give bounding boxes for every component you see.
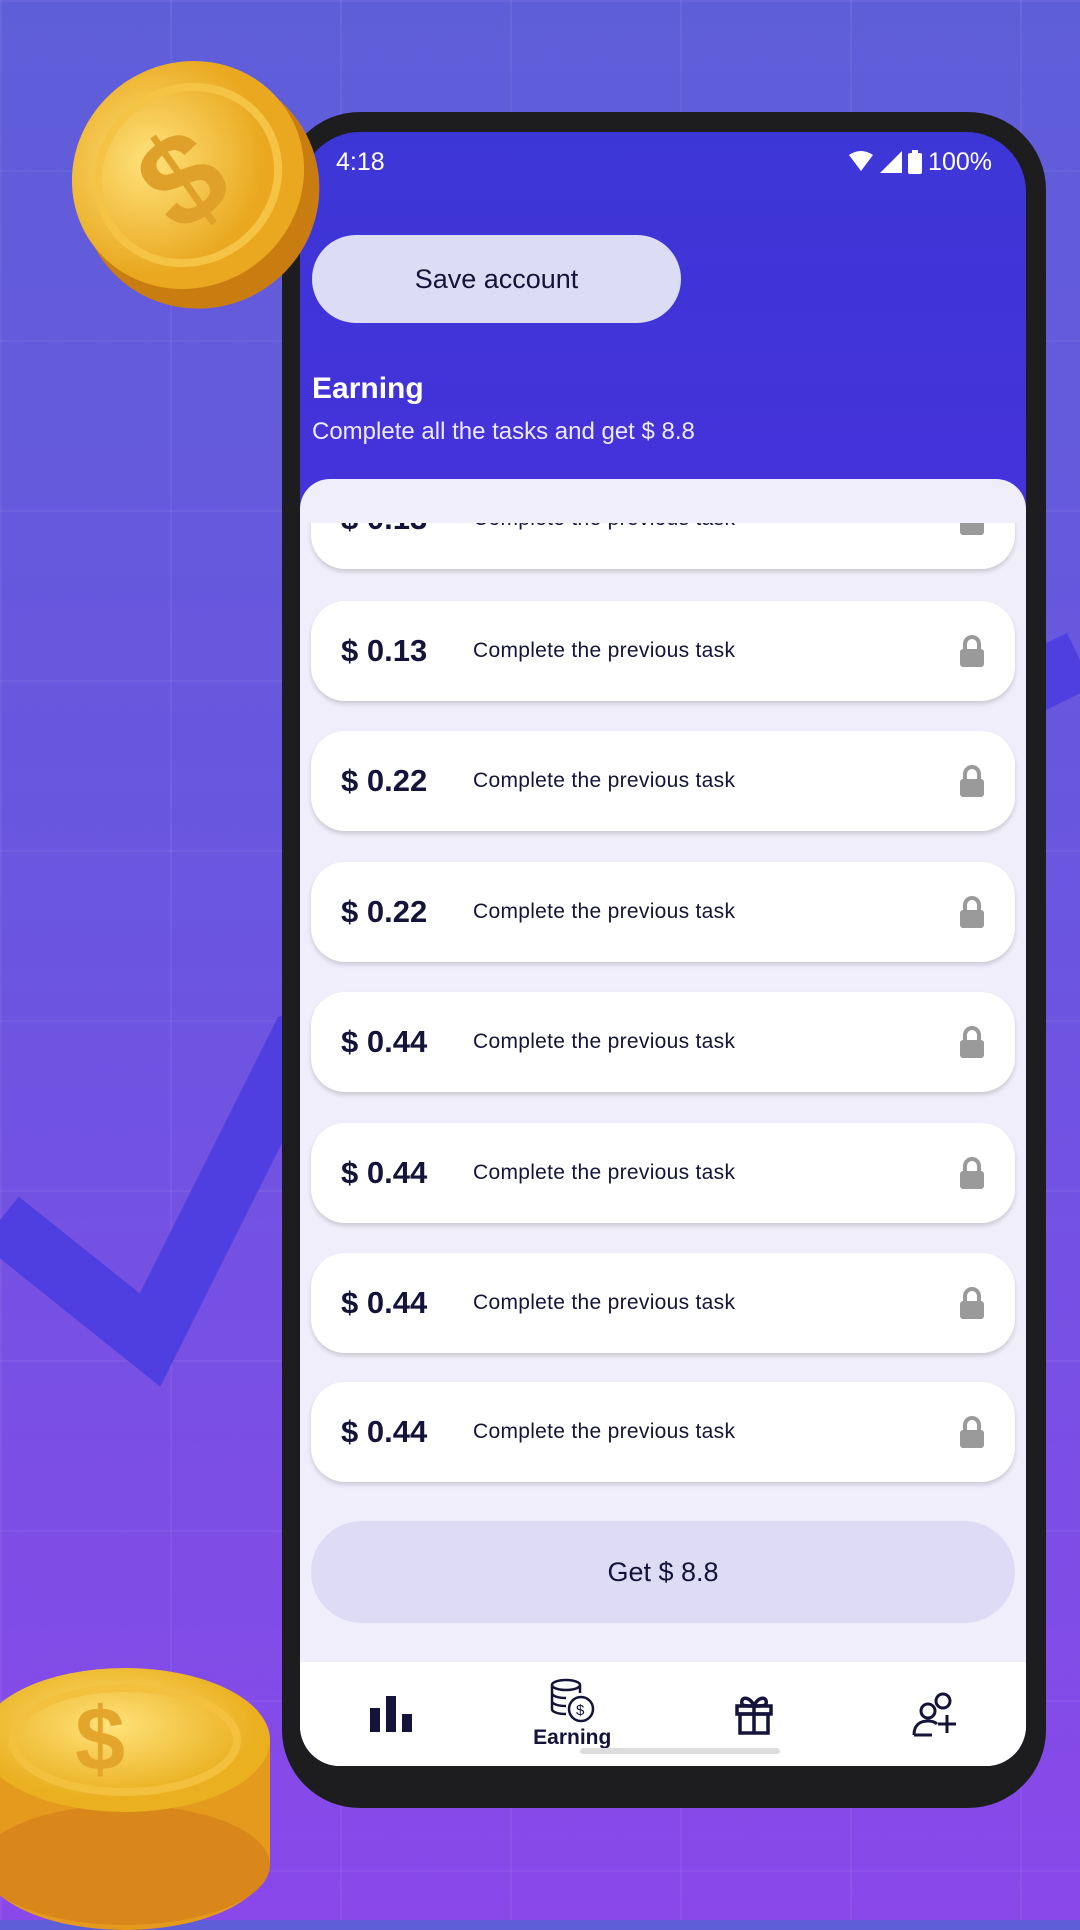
svg-text:$: $ [75, 1690, 125, 1790]
nav-stats[interactable] [300, 1662, 482, 1766]
task-label: Complete the previous task [473, 1161, 736, 1184]
task-card[interactable]: $ 0.44 Complete the previous task [311, 1253, 1015, 1353]
gift-icon [735, 1696, 773, 1735]
gold-coin-top: $ [71, 60, 320, 309]
wifi-icon [849, 151, 874, 171]
task-amount: $ 0.13 [341, 523, 473, 537]
lock-icon [960, 1157, 984, 1189]
status-bar: 4:18 100% [336, 142, 992, 182]
task-label: Complete the previous task [473, 523, 959, 531]
add-friend-icon [912, 1692, 957, 1737]
phone-frame: 4:18 100% Save account Earning Complete … [282, 112, 1046, 1808]
lock-icon [960, 1287, 984, 1319]
page-title: Earning [312, 372, 424, 405]
task-amount: $ 0.44 [341, 1155, 428, 1190]
save-account-button[interactable]: Save account [312, 235, 681, 323]
task-amount: $ 0.22 [341, 763, 428, 798]
task-label: Complete the previous task [473, 1030, 736, 1053]
task-amount: $ 0.22 [341, 894, 428, 929]
task-label: Complete the previous task [473, 1420, 736, 1443]
task-amount: $ 0.13 [341, 633, 428, 668]
task-card[interactable]: $ 0.22 Complete the previous task [311, 731, 1015, 831]
signal-icon [880, 151, 903, 173]
task-amount: $ 0.44 [341, 1024, 428, 1059]
task-label: Complete the previous task [473, 1291, 736, 1314]
task-card[interactable]: $ 0.13 Complete the previous task [311, 601, 1015, 701]
battery-icon [908, 150, 923, 174]
lock-icon [960, 1416, 984, 1448]
task-panel: $ 0.13Complete the previous task$ 0.13Co… [300, 479, 1026, 1766]
lock-icon [960, 1026, 984, 1058]
task-card[interactable]: $ 0.13Complete the previous task [311, 523, 1015, 569]
task-label: Complete the previous task [473, 769, 736, 792]
app-screen: 4:18 100% Save account Earning Complete … [300, 132, 1026, 1766]
home-indicator[interactable] [580, 1748, 780, 1754]
task-amount: $ 0.44 [341, 1414, 428, 1449]
coins-icon: $ [551, 1678, 595, 1723]
page-subtitle: Complete all the tasks and get $ 8.8 [312, 418, 695, 445]
task-amount: $ 0.44 [341, 1285, 428, 1320]
lock-icon [960, 523, 984, 535]
lock-icon [960, 635, 984, 667]
nav-invite[interactable] [845, 1662, 1027, 1766]
task-list[interactable]: $ 0.13Complete the previous task$ 0.13Co… [300, 523, 1026, 1628]
svg-text:$: $ [576, 1702, 585, 1719]
battery-level: 100% [928, 147, 992, 176]
task-label: Complete the previous task [473, 639, 736, 662]
bar-chart-icon [369, 1696, 412, 1732]
task-label: Complete the previous task [473, 900, 736, 923]
nav-earning-label: Earning [533, 1726, 612, 1749]
lock-icon [960, 765, 984, 797]
task-card[interactable]: $ 0.44 Complete the previous task [311, 992, 1015, 1092]
gold-coin-stack: $ [0, 1668, 270, 1930]
get-reward-button[interactable]: Get $ 8.8 [311, 1521, 1015, 1623]
lock-icon [960, 896, 984, 928]
task-card[interactable]: $ 0.44 Complete the previous task [311, 1123, 1015, 1223]
task-card[interactable]: $ 0.44 Complete the previous task [311, 1382, 1015, 1482]
task-card[interactable]: $ 0.22 Complete the previous task [311, 862, 1015, 962]
